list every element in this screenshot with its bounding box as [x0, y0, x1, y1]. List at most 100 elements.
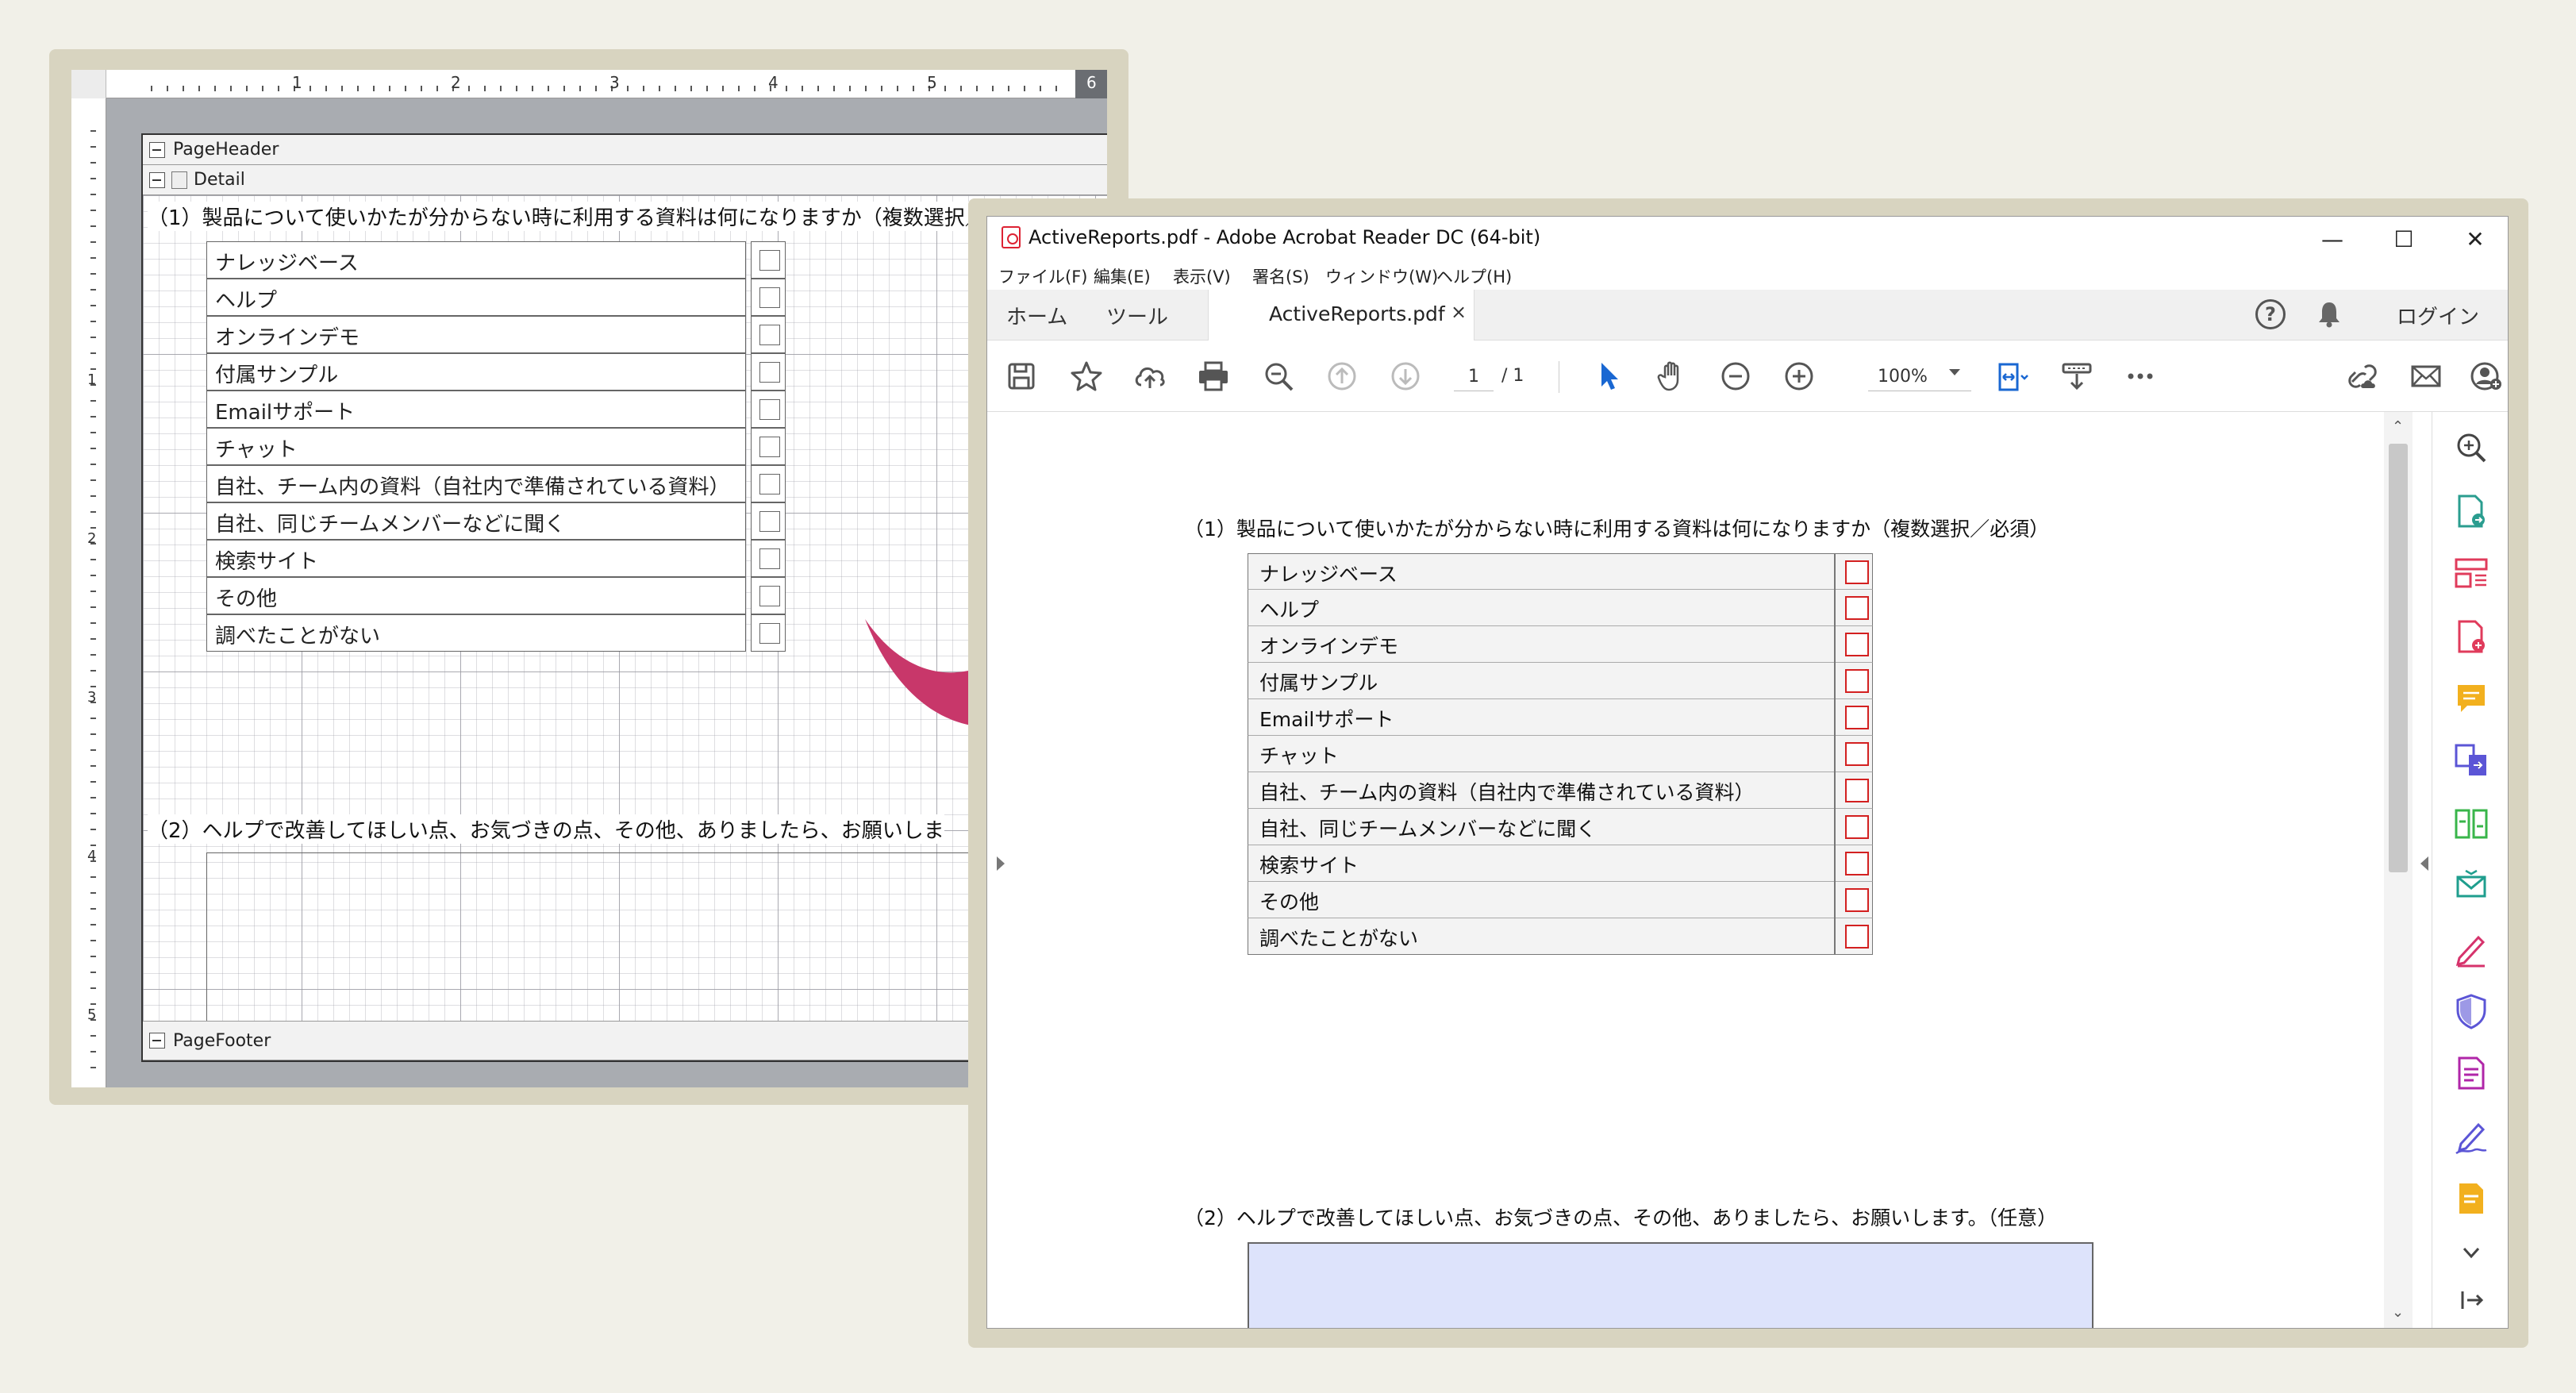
option-row[interactable]: その他 [206, 577, 786, 614]
option-row[interactable]: ナレッジベース [206, 241, 786, 279]
compress-pdf-icon[interactable] [2451, 804, 2491, 844]
option-checkbox[interactable] [1845, 925, 1869, 949]
collapse-icon[interactable] [149, 1033, 165, 1049]
option-row[interactable]: オンラインデモ [206, 316, 786, 353]
option-label[interactable]: 自社、チーム内の資料（自社内で準備されている資料） [206, 465, 746, 502]
option-checkbox[interactable] [1845, 596, 1869, 620]
option-label[interactable]: ヘルプ [206, 279, 746, 316]
vertical-scrollbar[interactable]: ⌃ ⌄ [2384, 412, 2413, 1328]
menu-file[interactable]: ファイル(F) [998, 264, 1087, 288]
option-checkbox[interactable] [1845, 633, 1869, 656]
chevron-down-icon[interactable] [2451, 1234, 2491, 1259]
protect-icon[interactable] [2451, 991, 2491, 1031]
band-page-header[interactable]: PageHeader [143, 135, 1107, 165]
answer-text-field[interactable] [1248, 1242, 2093, 1328]
option-label[interactable]: 付属サンプル [206, 353, 746, 391]
option-checkbox[interactable] [751, 465, 786, 502]
option-label[interactable]: 自社、同じチームメンバーなどに聞く [206, 502, 746, 540]
collapse-icon[interactable] [149, 172, 165, 188]
page-down-icon[interactable] [1387, 358, 1424, 394]
band-detail[interactable]: Detail [143, 165, 1107, 195]
option-row[interactable]: 自社、チーム内の資料（自社内で準備されている資料） [206, 465, 786, 502]
option-row[interactable]: チャット [206, 428, 786, 465]
bell-icon[interactable] [2317, 301, 2341, 328]
comment-icon[interactable] [2451, 679, 2491, 718]
zoom-out-icon[interactable] [1717, 358, 1754, 394]
close-tab-icon[interactable]: × [1451, 301, 1467, 323]
page-fit-icon[interactable] [1994, 358, 2030, 394]
option-checkbox[interactable] [1845, 888, 1869, 912]
option-checkbox[interactable] [1845, 742, 1869, 766]
option-label[interactable]: ナレッジベース [206, 241, 746, 279]
option-label[interactable]: チャット [206, 428, 746, 465]
share-link-icon[interactable] [2344, 358, 2381, 394]
option-checkbox[interactable] [1845, 706, 1869, 729]
option-checkbox[interactable] [751, 241, 786, 279]
option-label[interactable]: 調べたことがない [206, 614, 746, 652]
option-checkbox[interactable] [1845, 669, 1869, 693]
close-button[interactable]: ✕ [2440, 220, 2508, 258]
request-signature-icon[interactable] [2451, 1117, 2491, 1156]
option-checkbox[interactable] [751, 353, 786, 391]
question-2-label[interactable]: （2）ヘルプで改善してほしい点、お気づきの点、その他、ありましたら、お願いしま [148, 814, 944, 844]
menu-sign[interactable]: 署名(S) [1252, 264, 1309, 288]
export-pdf-icon[interactable] [2451, 491, 2491, 531]
menu-window[interactable]: ウィンドウ(W) [1325, 264, 1438, 288]
collapse-panel-icon[interactable] [2451, 1280, 2491, 1320]
option-checkbox[interactable] [1845, 779, 1869, 802]
collapse-icon[interactable] [149, 142, 165, 158]
organize-pages-icon[interactable] [2451, 553, 2491, 593]
option-label[interactable]: Emailサポート [206, 391, 746, 428]
login-link[interactable]: ログイン [2397, 301, 2479, 330]
option-checkbox[interactable] [751, 279, 786, 316]
tab-document[interactable]: ActiveReports.pdf × [1208, 290, 1474, 341]
band-page-footer[interactable]: PageFooter [143, 1021, 1107, 1060]
minimize-button[interactable]: — [2297, 220, 2368, 258]
document-view[interactable]: （1）製品について使いかたが分からない時に利用する資料は何になりますか（複数選択… [987, 412, 2432, 1328]
scrollbar-thumb[interactable] [2389, 444, 2408, 872]
email-icon[interactable] [2408, 358, 2444, 394]
left-panel-toggle-icon[interactable] [997, 856, 1005, 871]
print-icon[interactable] [1195, 358, 1232, 394]
option-checkbox[interactable] [751, 540, 786, 577]
fill-sign-icon[interactable] [2451, 929, 2491, 969]
option-checkbox[interactable] [751, 316, 786, 353]
option-row[interactable]: 付属サンプル [206, 353, 786, 391]
more-options-icon[interactable] [2122, 358, 2159, 394]
option-row[interactable]: Emailサポート [206, 391, 786, 428]
zoom-level-select[interactable]: 100% [1868, 363, 1971, 391]
scroll-down-icon[interactable]: ⌄ [2392, 1304, 2404, 1321]
menu-edit[interactable]: 編集(E) [1094, 264, 1151, 288]
scroll-mode-icon[interactable] [2059, 358, 2095, 394]
question-1-label[interactable]: （1）製品について使いかたが分からない時に利用する資料は何になりますか（複数選択… [148, 202, 1006, 231]
user-account-icon[interactable] [2468, 358, 2505, 394]
tab-tools[interactable]: ツール [1106, 301, 1168, 330]
select-cursor-icon[interactable] [1590, 358, 1627, 394]
cloud-upload-icon[interactable] [1132, 358, 1168, 394]
enhance-scan-icon[interactable] [2451, 428, 2491, 468]
create-pdf-icon[interactable] [2451, 617, 2491, 656]
option-row[interactable]: 検索サイト [206, 540, 786, 577]
combine-files-icon[interactable] [2451, 741, 2491, 780]
save-icon[interactable] [1003, 358, 1040, 394]
option-checkbox[interactable] [751, 502, 786, 540]
edit-pdf-icon[interactable] [2451, 1179, 2491, 1218]
menu-view[interactable]: 表示(V) [1173, 264, 1231, 288]
hand-tool-icon[interactable] [1654, 358, 1690, 394]
menu-help[interactable]: ヘルプ(H) [1436, 264, 1512, 288]
option-checkbox[interactable] [1845, 815, 1869, 839]
zoom-search-icon[interactable] [1260, 358, 1297, 394]
option-checkbox[interactable] [1845, 560, 1869, 584]
tab-home[interactable]: ホーム [1006, 301, 1067, 330]
send-for-review-icon[interactable] [2451, 866, 2491, 906]
option-label[interactable]: オンラインデモ [206, 316, 746, 353]
page-number-input[interactable]: 1 [1454, 363, 1494, 391]
option-checkbox[interactable] [751, 391, 786, 428]
option-checkbox[interactable] [751, 614, 786, 652]
option-label[interactable]: その他 [206, 577, 746, 614]
option-checkbox[interactable] [1845, 852, 1869, 875]
zoom-in-icon[interactable] [1781, 358, 1817, 394]
right-panel-toggle-icon[interactable] [2420, 856, 2428, 871]
bookmark-star-icon[interactable] [1068, 358, 1105, 394]
option-checkbox[interactable] [751, 428, 786, 465]
